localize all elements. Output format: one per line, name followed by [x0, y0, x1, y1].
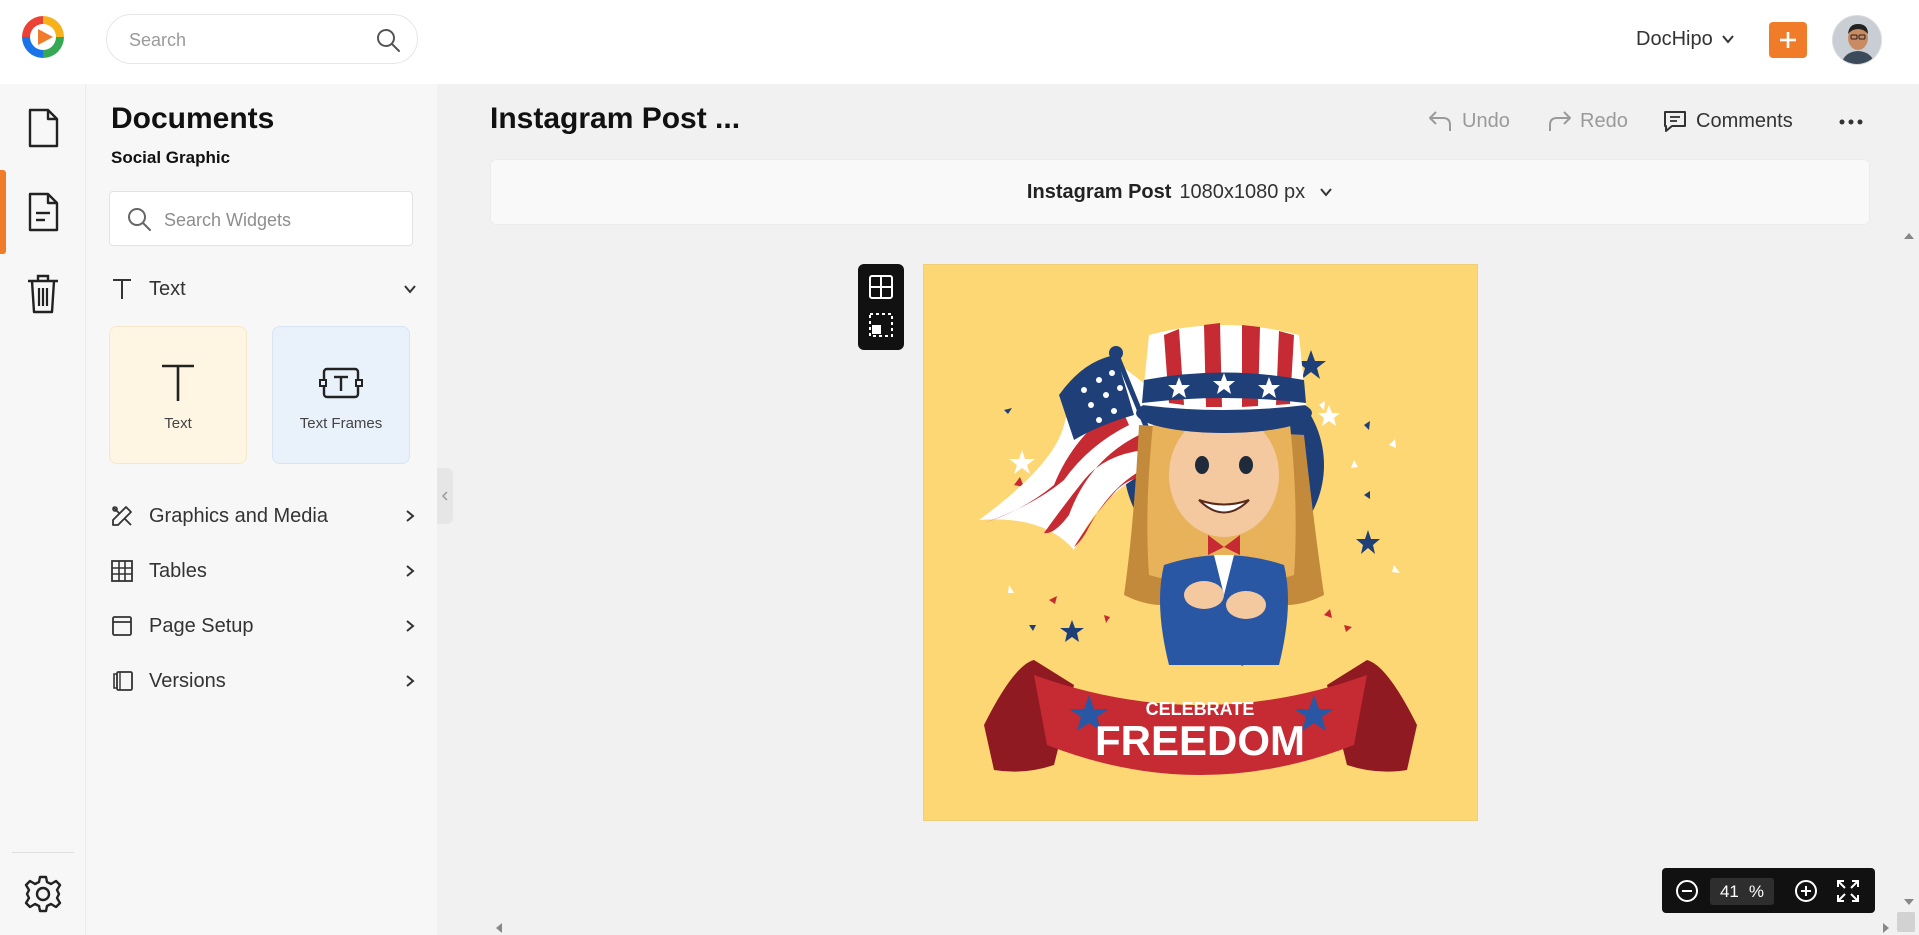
chevron-down-icon	[1721, 35, 1734, 44]
section-text[interactable]: Text	[109, 272, 419, 306]
scroll-right-arrow[interactable]	[1880, 922, 1892, 934]
section-label: Text	[149, 277, 186, 300]
scroll-down-arrow[interactable]	[1903, 896, 1915, 908]
page-setup-icon	[109, 613, 135, 639]
scroll-up-arrow[interactable]	[1903, 230, 1915, 242]
text-t-icon	[162, 364, 194, 401]
widget-search-input[interactable]	[164, 208, 394, 232]
rail-item-widgets[interactable]	[0, 172, 86, 252]
page-size-selector[interactable]: Instagram Post 1080x1080 px	[490, 159, 1870, 225]
versions-icon	[109, 668, 135, 694]
chevron-right-icon	[406, 510, 415, 522]
comments-button[interactable]: Comments	[1662, 106, 1793, 136]
global-search	[106, 14, 418, 64]
chevron-right-icon	[406, 675, 415, 687]
rail-item-settings[interactable]	[0, 854, 86, 934]
icon-rail	[0, 84, 86, 935]
grid-icon[interactable]	[868, 274, 894, 300]
zoom-value-field[interactable]: 41 %	[1710, 878, 1774, 905]
graphics-media-icon	[109, 503, 135, 529]
zoom-controls: 41 %	[1662, 868, 1875, 913]
scroll-left-arrow[interactable]	[493, 922, 505, 934]
top-bar: DocHipo	[0, 0, 1919, 84]
trash-icon	[28, 274, 58, 314]
section-label: Page Setup	[149, 614, 254, 637]
banner-small-text: CELEBRATE	[1146, 699, 1255, 719]
section-label: Tables	[149, 559, 207, 582]
section-versions[interactable]: Versions	[109, 664, 419, 698]
fullscreen-icon[interactable]	[1835, 878, 1861, 904]
comments-label: Comments	[1696, 109, 1793, 132]
canvas-toolbox	[858, 264, 904, 350]
comment-icon	[1664, 111, 1686, 132]
rail-item-documents[interactable]	[0, 88, 86, 168]
chevron-right-icon	[406, 620, 415, 632]
card-label: Text	[164, 415, 192, 432]
text-t-icon	[109, 276, 135, 302]
zoom-in-icon[interactable]	[1793, 878, 1819, 904]
account-menu[interactable]: DocHipo	[1636, 24, 1735, 54]
document-title[interactable]: Instagram Post ...	[490, 102, 740, 136]
widget-card-text[interactable]: Text	[109, 326, 247, 464]
section-graphics-media[interactable]: Graphics and Media	[109, 499, 419, 533]
widget-card-text-frames[interactable]: Text Frames	[272, 326, 410, 464]
undo-icon	[1429, 111, 1451, 131]
widget-panel: Documents Social Graphic Text Text	[86, 84, 437, 935]
avatar[interactable]	[1832, 15, 1882, 65]
search-icon[interactable]	[375, 27, 401, 53]
text-frame-icon	[319, 367, 363, 399]
gear-icon	[24, 875, 62, 913]
zoom-value: 41	[1719, 881, 1739, 901]
page-size-name: Instagram Post	[1026, 180, 1172, 203]
scrollbar-corner	[1897, 912, 1915, 932]
document-lines-icon	[28, 192, 59, 232]
card-label: Text Frames	[299, 415, 383, 432]
dochipo-logo-icon[interactable]	[20, 14, 66, 60]
chevron-right-icon	[406, 565, 415, 577]
celebrate-freedom-illustration: CELEBRATE FREEDOM	[924, 265, 1477, 820]
search-input[interactable]	[129, 27, 359, 53]
artboard[interactable]: CELEBRATE FREEDOM	[924, 265, 1477, 820]
table-icon	[109, 558, 135, 584]
document-icon	[28, 108, 59, 148]
more-horizontal-icon	[1839, 119, 1863, 125]
chevron-left-icon	[441, 491, 448, 501]
zoom-out-icon[interactable]	[1674, 878, 1700, 904]
widget-search	[109, 191, 413, 246]
rail-item-trash[interactable]	[0, 254, 86, 334]
section-tables[interactable]: Tables	[109, 554, 419, 588]
page-size-dimensions: 1080x1080 px	[1179, 180, 1306, 203]
undo-button[interactable]: Undo	[1428, 106, 1510, 136]
section-label: Versions	[149, 669, 226, 692]
search-icon	[128, 208, 151, 231]
chevron-down-icon	[1320, 188, 1332, 197]
zoom-unit: %	[1748, 881, 1765, 901]
rail-divider	[12, 852, 74, 853]
undo-label: Undo	[1462, 109, 1510, 132]
create-new-button[interactable]	[1769, 22, 1807, 58]
panel-subtitle: Social Graphic	[111, 148, 231, 167]
redo-icon	[1549, 111, 1571, 131]
panel-title: Documents	[111, 102, 275, 135]
section-page-setup[interactable]: Page Setup	[109, 609, 419, 643]
select-area-icon[interactable]	[868, 312, 894, 338]
banner-large-text: FREEDOM	[1095, 717, 1305, 764]
panel-collapse-handle[interactable]	[437, 468, 453, 524]
chevron-down-icon	[404, 285, 416, 294]
redo-label: Redo	[1580, 109, 1628, 132]
section-label: Graphics and Media	[149, 504, 328, 527]
more-options-button[interactable]	[1836, 110, 1866, 134]
account-label: DocHipo	[1636, 27, 1713, 50]
plus-icon	[1780, 32, 1796, 48]
redo-button[interactable]: Redo	[1546, 106, 1628, 136]
